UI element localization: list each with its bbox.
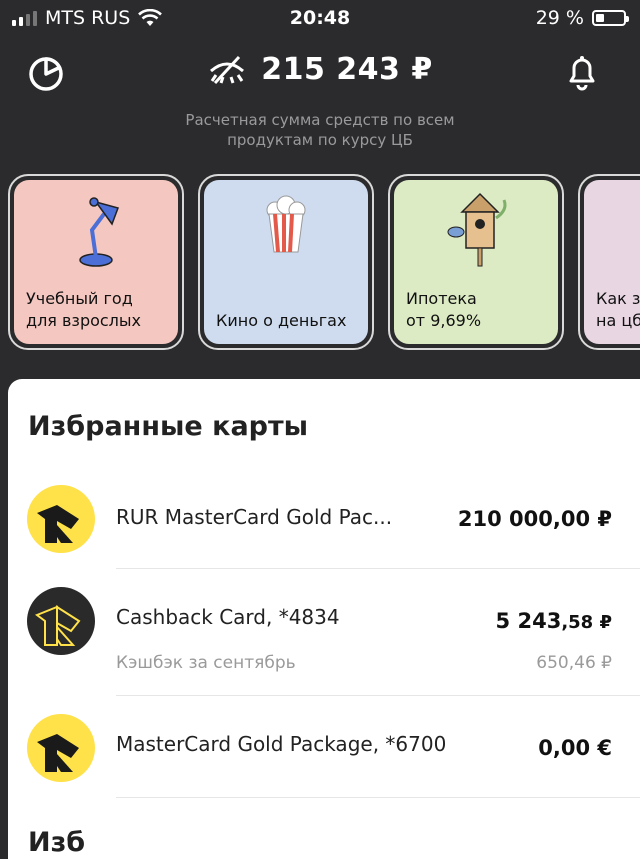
card-name: MasterCard Gold Package, *6700	[116, 732, 447, 756]
desk-lamp-icon	[79, 197, 119, 267]
cashback-amount: 650,46 ₽	[536, 653, 612, 673]
divider	[116, 695, 640, 696]
story-card[interactable]: Как з на цб	[578, 174, 640, 350]
status-right: 29 %	[535, 7, 629, 29]
app-header: 215 243 ₽	[0, 48, 640, 98]
card-name: Cashback Card, *4834	[116, 605, 340, 629]
card-balance: 210 000,00 ₽	[457, 507, 612, 531]
divider	[116, 568, 640, 569]
balance-subtitle: Расчетная сумма средств по всем продукта…	[185, 111, 455, 149]
story-card[interactable]: Учебный год для взрослых	[8, 174, 184, 350]
card-row[interactable]: RUR MasterCard Gold Pac... 210 000,00 ₽	[8, 483, 640, 573]
bank-logo-icon	[27, 485, 95, 553]
birdhouse-icon	[447, 192, 507, 267]
story-background: Кино о деньгах	[204, 180, 368, 344]
card-row[interactable]: Cashback Card, *4834 5 243,58 ₽ Кэшбэк з…	[8, 585, 640, 693]
status-bar: MTS RUS 20:48 29 %	[0, 0, 640, 36]
favorite-cards-panel: Избранные карты RUR MasterCard Gold Pac.…	[8, 379, 640, 859]
divider	[116, 797, 640, 798]
story-background: Учебный год для взрослых	[14, 180, 178, 344]
card-balance: 5 243,58 ₽	[495, 609, 612, 633]
story-label: Кино о деньгах	[216, 311, 347, 330]
next-section-title: Изб	[28, 827, 86, 858]
story-background: Как з на цб	[584, 180, 640, 344]
stories-carousel[interactable]: Учебный год для взрослых Кино о деньгах	[0, 174, 640, 354]
card-balance: 0,00 €	[538, 736, 612, 760]
popcorn-icon	[266, 195, 306, 253]
section-title: Избранные карты	[28, 411, 309, 442]
eye-hidden-icon[interactable]	[207, 55, 247, 85]
total-balance: 215 243 ₽	[0, 52, 640, 87]
balance-amount: 215 243 ₽	[261, 52, 433, 87]
battery-icon	[592, 10, 629, 26]
bank-logo-icon	[27, 587, 95, 655]
bell-icon[interactable]	[562, 52, 602, 92]
story-label: Как з на цб	[596, 289, 640, 330]
story-card[interactable]: Ипотека от 9,69%	[388, 174, 564, 350]
card-name: RUR MasterCard Gold Pac...	[116, 505, 393, 529]
story-card[interactable]: Кино о деньгах	[198, 174, 374, 350]
story-icon	[634, 190, 640, 250]
bank-logo-icon	[27, 714, 95, 782]
story-background: Ипотека от 9,69%	[394, 180, 558, 344]
cashback-label: Кэшбэк за сентябрь	[116, 653, 296, 673]
card-row[interactable]: MasterCard Gold Package, *6700 0,00 €	[8, 712, 640, 802]
story-label: Ипотека от 9,69%	[406, 289, 482, 330]
battery-percent: 29 %	[535, 7, 584, 29]
story-label: Учебный год для взрослых	[26, 289, 142, 330]
